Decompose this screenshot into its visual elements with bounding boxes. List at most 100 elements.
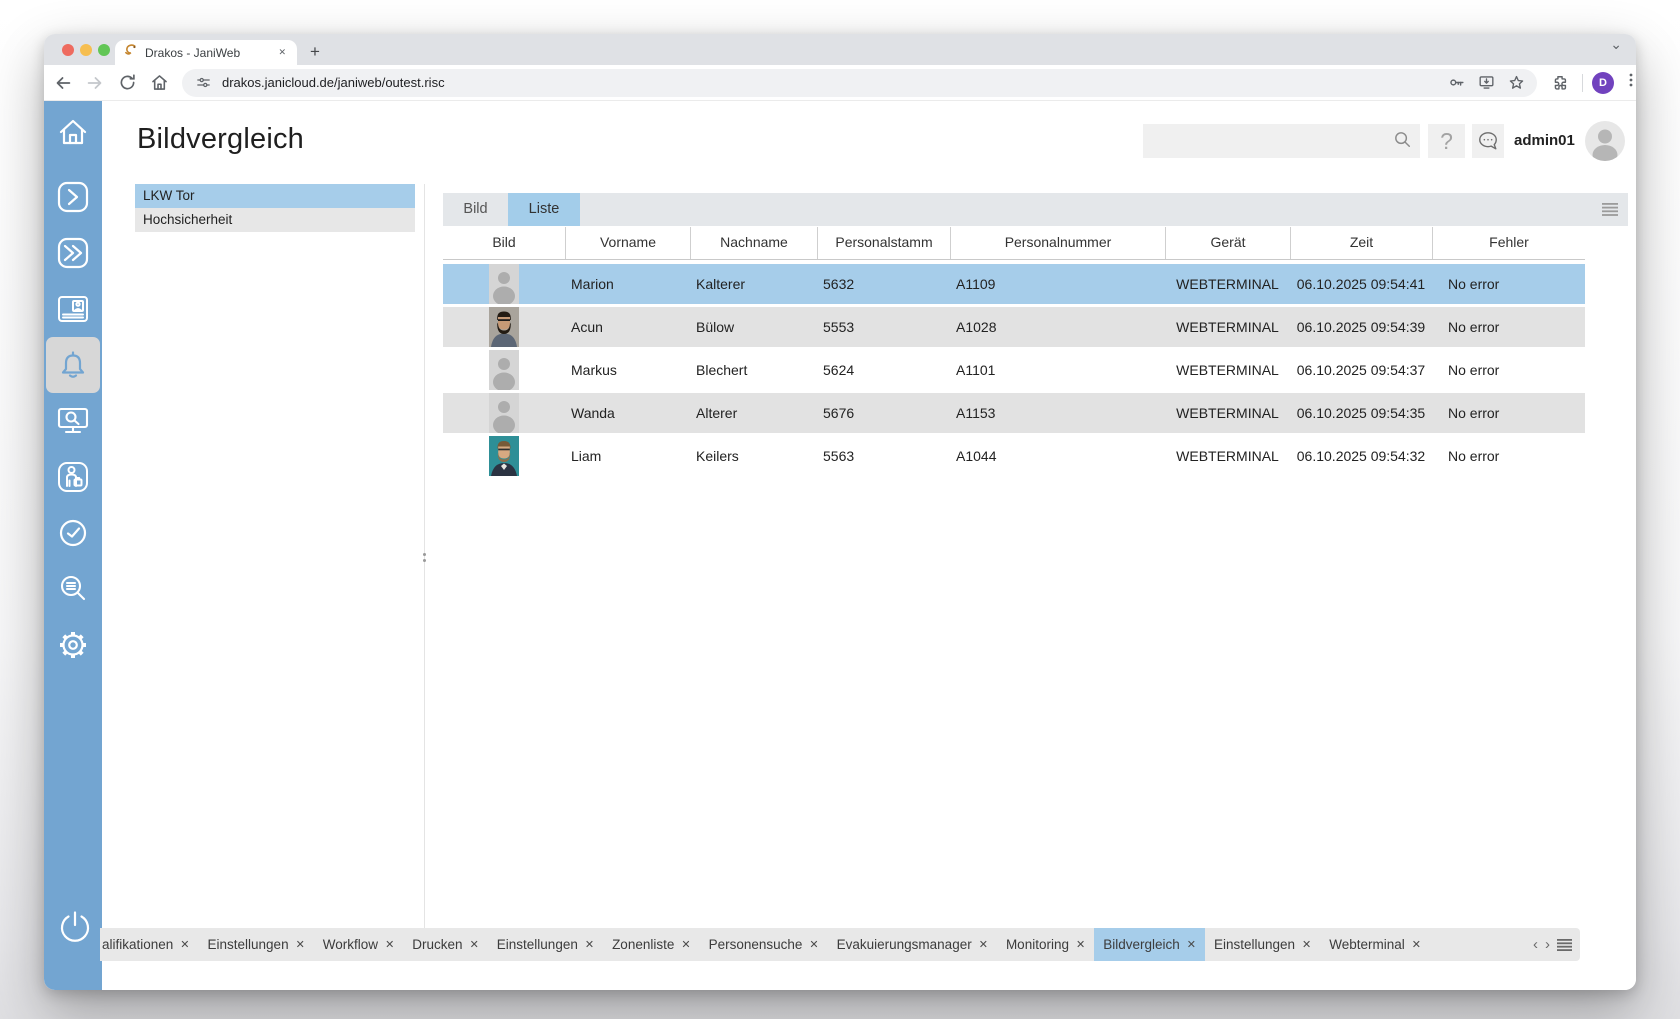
column-header[interactable]: Vorname <box>565 227 690 259</box>
double-chevron-icon[interactable] <box>50 228 96 278</box>
module-tab[interactable]: Webterminal✕ <box>1320 928 1430 961</box>
monitor-search-icon[interactable] <box>50 396 96 446</box>
chevron-right-icon[interactable] <box>50 172 96 222</box>
module-tab[interactable]: Evakuierungsmanager✕ <box>828 928 997 961</box>
tab-list-menu-icon[interactable] <box>1557 939 1572 951</box>
cell-vorname: Marion <box>565 276 690 292</box>
column-header[interactable]: Personalnummer <box>950 227 1165 259</box>
cell-personalstamm: 5624 <box>817 362 950 378</box>
module-tab[interactable]: Einstellungen✕ <box>1205 928 1320 961</box>
new-tab-button[interactable]: + <box>302 39 328 65</box>
table-row[interactable]: Marion Kalterer 5632 A1109 WEBTERMINAL 0… <box>443 264 1585 304</box>
module-tab[interactable]: Zonenliste✕ <box>603 928 700 961</box>
table-row[interactable]: Liam Keilers 5563 A1044 WEBTERMINAL 06.1… <box>443 436 1585 476</box>
cell-geraet: WEBTERMINAL <box>1165 276 1290 292</box>
cell-zeit: 06.10.2025 09:54:41 <box>1290 276 1432 292</box>
close-icon[interactable]: ✕ <box>470 938 479 951</box>
close-icon[interactable]: ✕ <box>385 938 394 951</box>
site-settings-icon[interactable] <box>192 72 214 94</box>
person-briefcase-icon[interactable] <box>50 452 96 502</box>
clock-icon[interactable] <box>50 508 96 558</box>
module-tab-active[interactable]: Bildvergleich✕ <box>1094 928 1205 961</box>
module-tab[interactable]: Einstellungen✕ <box>488 928 603 961</box>
module-tab[interactable]: Einstellungen✕ <box>199 928 314 961</box>
minimize-window-button[interactable] <box>80 44 92 56</box>
module-tab[interactable]: alifikationen✕ <box>100 928 199 961</box>
back-button[interactable] <box>50 70 76 96</box>
column-header[interactable]: Zeit <box>1290 227 1432 259</box>
close-icon[interactable]: ✕ <box>1412 938 1421 951</box>
home-icon[interactable] <box>50 107 96 157</box>
panel-resize-handle[interactable] <box>422 549 427 565</box>
install-app-icon[interactable] <box>1475 72 1497 94</box>
close-icon[interactable]: ✕ <box>1076 938 1085 951</box>
employee-photo <box>489 307 519 347</box>
close-icon[interactable]: ✕ <box>1302 938 1311 951</box>
browser-profile-avatar[interactable]: D <box>1592 72 1614 94</box>
url-text[interactable]: drakos.janicloud.de/janiweb/outest.risc <box>222 75 1437 90</box>
close-icon[interactable]: ✕ <box>979 938 988 951</box>
power-icon[interactable] <box>53 905 97 954</box>
module-tab[interactable]: Workflow✕ <box>314 928 403 961</box>
module-tab[interactable]: Personensuche✕ <box>700 928 828 961</box>
cell-nachname: Bülow <box>690 319 817 335</box>
cell-vorname: Acun <box>565 319 690 335</box>
janiweb-page: Bildvergleich ? admin01 LKW Tor Hochsich… <box>44 101 1636 990</box>
source-list-item[interactable]: LKW Tor <box>135 184 415 208</box>
table-header: Bild Vorname Nachname Personalstamm Pers… <box>443 227 1585 260</box>
close-icon[interactable]: ✕ <box>809 938 818 951</box>
table-row[interactable]: Acun Bülow 5553 A1028 WEBTERMINAL 06.10.… <box>443 307 1585 347</box>
module-tabbar: alifikationen✕ Einstellungen✕ Workflow✕ … <box>100 928 1580 961</box>
browser-tab[interactable]: Drakos - JaniWeb ✕ <box>115 40 297 65</box>
source-list-item[interactable]: Hochsicherheit <box>135 208 415 232</box>
source-list: LKW Tor Hochsicherheit <box>135 184 415 232</box>
cell-vorname: Wanda <box>565 405 690 421</box>
column-header[interactable]: Fehler <box>1432 227 1585 259</box>
close-window-button[interactable] <box>62 44 74 56</box>
tab-liste[interactable]: Liste <box>508 193 580 226</box>
tab-search-chevron-icon[interactable]: ⌄ <box>1610 36 1622 53</box>
bell-icon[interactable] <box>50 340 96 390</box>
browser-window: Drakos - JaniWeb ✕ + ⌄ drakos.janicloud.… <box>44 34 1636 990</box>
close-icon[interactable]: ✕ <box>681 938 690 951</box>
cell-fehler: No error <box>1432 319 1585 335</box>
bookmark-star-icon[interactable] <box>1505 72 1527 94</box>
close-icon[interactable]: ✕ <box>296 938 305 951</box>
cell-nachname: Kalterer <box>690 276 817 292</box>
reload-button[interactable] <box>114 70 140 96</box>
module-tab[interactable]: Drucken✕ <box>403 928 488 961</box>
cell-personalstamm: 5553 <box>817 319 950 335</box>
column-header[interactable]: Nachname <box>690 227 817 259</box>
password-key-icon[interactable] <box>1445 72 1467 94</box>
view-options-icon[interactable] <box>1602 203 1618 221</box>
url-bar[interactable]: drakos.janicloud.de/janiweb/outest.risc <box>182 69 1537 97</box>
extensions-puzzle-icon[interactable] <box>1547 70 1573 96</box>
zoom-window-button[interactable] <box>98 44 110 56</box>
toolbar-divider <box>1582 74 1583 92</box>
cell-personalnummer: A1109 <box>950 276 1165 292</box>
cell-geraet: WEBTERMINAL <box>1165 319 1290 335</box>
column-header[interactable]: Personalstamm <box>817 227 950 259</box>
search-list-icon[interactable] <box>50 564 96 614</box>
browser-menu-icon[interactable] <box>1623 72 1636 93</box>
id-card-icon[interactable] <box>50 284 96 334</box>
scroll-tabs-right-icon[interactable]: › <box>1545 928 1550 961</box>
close-icon[interactable]: ✕ <box>1187 938 1196 951</box>
tab-bild[interactable]: Bild <box>443 193 508 226</box>
cell-geraet: WEBTERMINAL <box>1165 448 1290 464</box>
cell-geraet: WEBTERMINAL <box>1165 362 1290 378</box>
gear-icon[interactable] <box>50 620 96 670</box>
close-tab-icon[interactable]: ✕ <box>275 45 289 60</box>
forward-button[interactable] <box>82 70 108 96</box>
table-row[interactable]: Markus Blechert 5624 A1101 WEBTERMINAL 0… <box>443 350 1585 390</box>
view-tabbar: Bild Liste <box>443 193 1628 226</box>
column-header[interactable]: Gerät <box>1165 227 1290 259</box>
close-icon[interactable]: ✕ <box>180 938 189 951</box>
scroll-tabs-left-icon[interactable]: ‹ <box>1533 928 1538 961</box>
table-row[interactable]: Wanda Alterer 5676 A1153 WEBTERMINAL 06.… <box>443 393 1585 433</box>
column-header[interactable]: Bild <box>443 227 565 259</box>
close-icon[interactable]: ✕ <box>585 938 594 951</box>
cell-nachname: Blechert <box>690 362 817 378</box>
home-button[interactable] <box>146 70 172 96</box>
module-tab[interactable]: Monitoring✕ <box>997 928 1094 961</box>
